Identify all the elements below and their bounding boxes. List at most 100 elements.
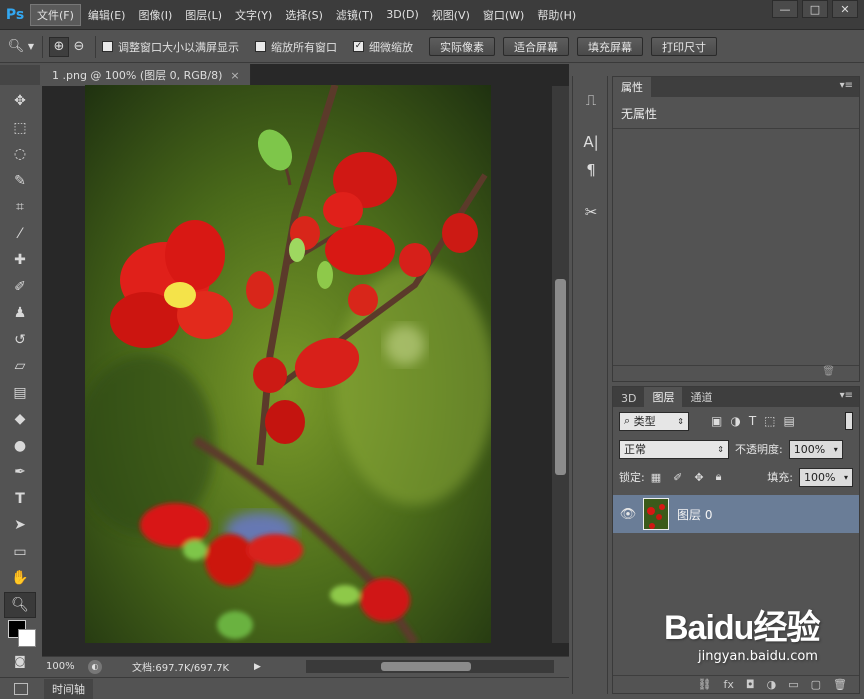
scrubby-zoom-checkbox[interactable]: ✓ 细微缩放 — [353, 39, 413, 55]
checkbox-box[interactable] — [102, 41, 113, 52]
color-swatches[interactable] — [4, 618, 36, 648]
shape-tool-icon[interactable]: ▭ — [4, 539, 36, 566]
filter-toggle[interactable] — [845, 412, 853, 430]
menu-image[interactable]: 图像(I) — [132, 5, 178, 25]
fit-screen-button[interactable]: 适合屏幕 — [503, 37, 569, 56]
close-icon[interactable]: × — [230, 69, 239, 82]
play-icon[interactable]: ▶ — [254, 662, 261, 672]
dodge-tool-icon[interactable]: ● — [4, 433, 36, 460]
zoom-all-windows-checkbox[interactable]: 缩放所有窗口 — [255, 39, 337, 55]
document-tab[interactable]: 1 .png @ 100% (图层 0, RGB/8) × — [42, 64, 251, 86]
menu-help[interactable]: 帮助(H) — [531, 5, 582, 25]
actual-pixels-button[interactable]: 实际像素 — [429, 37, 495, 56]
watermark-logo: Baidu经验 — [664, 609, 820, 647]
layer-thumbnail — [643, 498, 669, 530]
fill-screen-button[interactable]: 填充屏幕 — [577, 37, 643, 56]
vertical-scrollbar[interactable] — [552, 86, 569, 643]
eyedropper-tool-icon[interactable]: ⁄ — [4, 221, 36, 248]
panel-icon[interactable] — [14, 683, 28, 695]
checkbox-box[interactable] — [255, 41, 266, 52]
toolbox: ✥ ⬚ ◌ ✎ ⌗ ⁄ ✚ ✐ ♟ ↺ ▱ ▤ ◆ ● ✒ T ➤ ▭ ✋ 🔍︎… — [4, 88, 36, 694]
panel-menu-icon[interactable]: ▾≡ — [840, 390, 853, 401]
print-size-button[interactable]: 打印尺寸 — [651, 37, 717, 56]
history-brush-tool-icon[interactable]: ↺ — [4, 327, 36, 354]
smart-object-filter-icon[interactable]: ▤ — [784, 414, 795, 428]
tab-layers[interactable]: 图层 — [644, 387, 683, 407]
menu-3d[interactable]: 3D(D) — [380, 6, 425, 23]
menu-select[interactable]: 选择(S) — [279, 5, 329, 25]
checkmark-icon[interactable]: ✓ — [353, 41, 364, 52]
blend-mode-select[interactable]: 正常 ⇕ — [619, 439, 729, 459]
scrollbar-thumb[interactable] — [381, 662, 471, 671]
quick-select-tool-icon[interactable]: ✎ — [4, 168, 36, 195]
close-button[interactable]: ✕ — [832, 0, 858, 18]
type-filter-icon[interactable]: T — [749, 414, 756, 428]
paragraph-panel-icon[interactable]: ¶ — [573, 156, 609, 184]
menu-edit[interactable]: 编辑(E) — [82, 5, 132, 25]
resize-windows-checkbox[interactable]: 调整窗口大小以满屏显示 — [102, 39, 239, 55]
move-tool-icon[interactable]: ✥ — [4, 88, 36, 115]
tab-channels[interactable]: 通道 — [682, 387, 720, 407]
layer-filter-row: ⌕ 类型 ⇕ ▣ ◑ T ⬚ ▤ — [613, 407, 859, 435]
opacity-input[interactable]: 100% ▾ — [788, 439, 843, 459]
eye-icon[interactable]: 👁︎ — [613, 507, 643, 522]
scrollbar-thumb[interactable] — [555, 279, 566, 475]
fill-input[interactable]: 100% ▾ — [799, 467, 853, 487]
menu-layer[interactable]: 图层(L) — [179, 5, 228, 25]
zoom-tool-preset-icon[interactable]: 🔍︎ — [6, 37, 26, 57]
hand-tool-icon[interactable]: ✋ — [4, 565, 36, 592]
adjustment-filter-icon[interactable]: ◑ — [730, 414, 740, 428]
background-color[interactable] — [18, 629, 36, 647]
blur-tool-icon[interactable]: ◆ — [4, 406, 36, 433]
layer-filter-select[interactable]: ⌕ 类型 ⇕ — [619, 411, 689, 431]
menu-file[interactable]: 文件(F) — [30, 3, 81, 26]
checkbox-label: 细微缩放 — [369, 40, 413, 54]
lock-all-icon[interactable]: 🔒︎ — [716, 470, 722, 484]
lock-transparent-icon[interactable]: ▦ — [651, 471, 661, 484]
eraser-tool-icon[interactable]: ▱ — [4, 353, 36, 380]
menu-bar: Ps 文件(F) 编辑(E) 图像(I) 图层(L) 文字(Y) 选择(S) 滤… — [0, 0, 864, 30]
character-panel-icon[interactable]: A| — [573, 128, 609, 156]
pen-tool-icon[interactable]: ✒ — [4, 459, 36, 486]
type-tool-icon[interactable]: T — [4, 486, 36, 513]
lasso-tool-icon[interactable]: ◌ — [4, 141, 36, 168]
tool-presets-icon[interactable]: ✂ — [573, 198, 609, 226]
gradient-tool-icon[interactable]: ▤ — [4, 380, 36, 407]
quick-mask-icon[interactable]: ◙ — [4, 648, 36, 675]
lock-position-icon[interactable]: ✥ — [694, 471, 703, 484]
menu-filter[interactable]: 滤镜(T) — [330, 5, 379, 25]
image-filter-icon[interactable]: ▣ — [711, 414, 722, 428]
image-canvas[interactable] — [85, 85, 491, 643]
maximize-button[interactable]: □ — [802, 0, 828, 18]
lock-pixels-icon[interactable]: ✐ — [673, 471, 682, 484]
minimize-button[interactable]: — — [772, 0, 798, 18]
menu-window[interactable]: 窗口(W) — [477, 5, 530, 25]
shape-filter-icon[interactable]: ⬚ — [764, 414, 775, 428]
panel-menu-icon[interactable]: ▾≡ — [840, 80, 853, 91]
panel-footer: 🗑︎ — [613, 365, 859, 381]
brush-tool-icon[interactable]: ✐ — [4, 274, 36, 301]
zoom-tool-icon[interactable]: 🔍︎ — [4, 591, 36, 618]
layer-name[interactable]: 图层 0 — [677, 506, 712, 523]
zoom-level[interactable]: 100% — [42, 661, 88, 672]
tab-properties[interactable]: 属性 — [613, 77, 651, 97]
chevron-down-icon[interactable]: ▼ — [26, 37, 36, 57]
menu-view[interactable]: 视图(V) — [426, 5, 476, 25]
menu-type[interactable]: 文字(Y) — [229, 5, 278, 25]
marquee-tool-icon[interactable]: ⬚ — [4, 115, 36, 142]
path-select-tool-icon[interactable]: ➤ — [4, 512, 36, 539]
horizontal-scrollbar[interactable] — [306, 660, 554, 673]
zoom-in-icon[interactable]: ⊕ — [49, 36, 69, 57]
chevron-down-icon: ⇕ — [717, 444, 724, 454]
history-panel-icon[interactable]: ⎍ — [573, 86, 609, 114]
tab-3d[interactable]: 3D — [613, 390, 644, 407]
layer-row-selected[interactable]: 👁︎ 图层 0 — [613, 495, 859, 533]
timeline-tab[interactable]: 时间轴 — [44, 678, 93, 699]
zoom-out-icon[interactable]: ⊖ — [69, 37, 89, 57]
status-info-icon[interactable]: ◐ — [88, 659, 102, 674]
healing-brush-tool-icon[interactable]: ✚ — [4, 247, 36, 274]
document-title: 1 .png @ 100% (图层 0, RGB/8) — [52, 69, 223, 82]
crop-tool-icon[interactable]: ⌗ — [4, 194, 36, 221]
clone-stamp-tool-icon[interactable]: ♟ — [4, 300, 36, 327]
trash-icon[interactable]: 🗑︎ — [822, 366, 835, 377]
